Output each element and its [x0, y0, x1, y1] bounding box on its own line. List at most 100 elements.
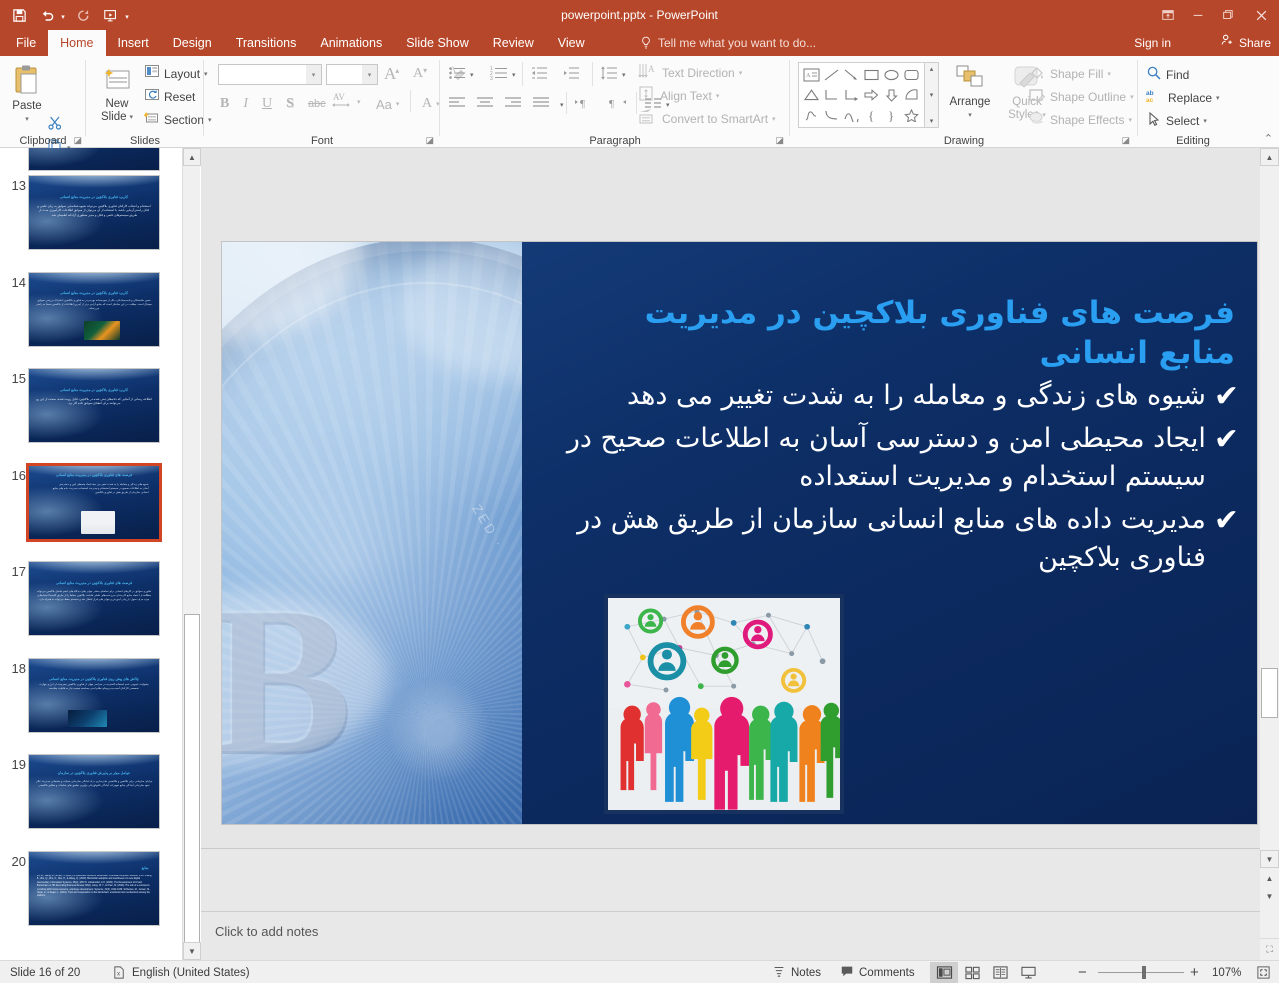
- restore-icon[interactable]: [1213, 0, 1243, 30]
- notes-pane[interactable]: Click to add notes: [201, 848, 1260, 960]
- cut-button[interactable]: [47, 114, 63, 136]
- shape-elbow-connector-icon[interactable]: [821, 85, 841, 105]
- previous-slide-icon[interactable]: ▲: [1260, 870, 1279, 887]
- paste-chevron-down-icon[interactable]: ▾: [25, 113, 29, 126]
- shape-down-arrow-icon[interactable]: [881, 85, 901, 105]
- slide-bullet-list[interactable]: ✔ شیوه های زندگی و معامله را به شدت تغیی…: [539, 377, 1239, 581]
- align-center-icon[interactable]: [476, 96, 494, 115]
- slide-bullet-item[interactable]: ✔ ایجاد محیطی امن و دسترسی آسان به اطلاع…: [539, 420, 1239, 497]
- clipboard-dialog-launcher[interactable]: ◪: [73, 135, 82, 146]
- smartart-chevron-down-icon[interactable]: ▾: [772, 115, 776, 123]
- thumbnail-image[interactable]: فرصت های فناوری بلاکچین در مدیریت منابع …: [26, 462, 162, 542]
- thumbpane-scroll-thumb[interactable]: [184, 614, 200, 944]
- slideshow-icon[interactable]: [98, 2, 124, 28]
- increase-font-size-button[interactable]: A ▴: [384, 63, 399, 85]
- thumbnail-slide-17[interactable]: 17 فرصت های فناوری بلاکچین در مدیریت منا…: [0, 558, 182, 655]
- font-size-chevron-down-icon[interactable]: ▾: [362, 65, 377, 84]
- fit-to-window-button[interactable]: [1252, 961, 1274, 983]
- align-right-icon[interactable]: [504, 96, 522, 115]
- comments-button[interactable]: Comments: [840, 961, 915, 983]
- thumbnail-slide-13[interactable]: 13 کاربرد فناوری بلاکچین در مدیریت منابع…: [0, 172, 182, 269]
- align-left-icon[interactable]: [448, 96, 466, 115]
- shape-elbow-arrow-icon[interactable]: [841, 85, 861, 105]
- line-spacing-button[interactable]: ▾: [600, 64, 626, 86]
- tab-insert[interactable]: Insert: [106, 30, 161, 56]
- slide-show-button[interactable]: [1014, 962, 1042, 983]
- undo-icon[interactable]: [34, 2, 60, 28]
- shape-pie-icon[interactable]: [901, 85, 921, 105]
- slide-sorter-view-button[interactable]: [958, 962, 986, 983]
- redo-icon[interactable]: [70, 2, 96, 28]
- tab-slide-show[interactable]: Slide Show: [394, 30, 481, 56]
- slide-title[interactable]: فرصت های فناوری بلاکچین در مدیریت منابع …: [565, 294, 1235, 373]
- tab-review[interactable]: Review: [481, 30, 546, 56]
- thumbnail-slide-19[interactable]: 19 عوامل موثر بر پذیرش فناوری بلاکچین در…: [0, 751, 182, 848]
- tab-home[interactable]: Home: [48, 30, 106, 56]
- tell-me-search[interactable]: Tell me what you want to do...: [640, 30, 816, 56]
- sign-in-button[interactable]: Sign in: [1134, 30, 1171, 56]
- shape-right-brace-icon[interactable]: }: [881, 105, 901, 125]
- shapes-gallery-scrollbar[interactable]: ▴ ▾ ▾: [925, 62, 939, 128]
- thumbnail-image[interactable]: فرصت های فناوری بلاکچین در مدیریت منابع …: [28, 561, 160, 636]
- thumbnail-image[interactable]: منابع Ko, M., Wang, R., & Lee, H. (2021)…: [28, 850, 160, 926]
- thumbnail-slide-16[interactable]: 16 فرصت های فناوری بلاکچین در مدیریت منا…: [0, 462, 182, 559]
- drawing-dialog-launcher[interactable]: ◪: [1121, 135, 1130, 146]
- shape-outline-button[interactable]: Shape Outline ▾: [1028, 86, 1134, 108]
- font-size-input[interactable]: ▾: [326, 64, 378, 85]
- tab-design[interactable]: Design: [161, 30, 224, 56]
- font-name-chevron-down-icon[interactable]: ▾: [306, 65, 321, 84]
- find-button[interactable]: Find: [1146, 64, 1189, 86]
- tab-view[interactable]: View: [546, 30, 597, 56]
- shape-effects-chevron-down-icon[interactable]: ▾: [1129, 116, 1133, 124]
- thumbnail-image[interactable]: چالش های پیش روی فناوری بلاکچین در مدیری…: [28, 657, 160, 733]
- shape-effects-button[interactable]: Shape Effects ▾: [1028, 109, 1132, 131]
- save-icon[interactable]: [6, 2, 32, 28]
- justify-icon[interactable]: [532, 96, 550, 115]
- align-text-chevron-down-icon[interactable]: ▾: [716, 92, 720, 100]
- zoom-in-button[interactable]: +: [1190, 961, 1199, 983]
- shape-star-icon[interactable]: [901, 105, 921, 125]
- notes-placeholder[interactable]: Click to add notes: [215, 924, 318, 939]
- strikethrough-button[interactable]: abc: [308, 98, 326, 110]
- font-dialog-launcher[interactable]: ◪: [425, 135, 434, 146]
- zoom-out-button[interactable]: −: [1078, 961, 1087, 983]
- shapes-more-icon[interactable]: ▾: [930, 117, 934, 125]
- zoom-slider-handle[interactable]: [1142, 966, 1146, 979]
- shape-curve-icon[interactable]: [821, 105, 841, 125]
- character-spacing-chevron-down-icon[interactable]: ▾: [357, 98, 361, 106]
- paste-button[interactable]: Paste ▾: [4, 64, 50, 126]
- rtl-direction-button[interactable]: ¶: [608, 94, 628, 116]
- zoom-level-label[interactable]: 107%: [1212, 961, 1241, 983]
- thumbnail-image[interactable]: کاربرد فناوری بلاکچین در مدیریت منابع ان…: [28, 271, 160, 347]
- align-chevron-down-icon[interactable]: ▾: [560, 101, 564, 109]
- increase-indent-button[interactable]: [562, 64, 580, 86]
- text-shadow-button[interactable]: S: [286, 96, 294, 112]
- normal-view-button[interactable]: [930, 962, 958, 983]
- thumbnail-slide-18[interactable]: 18 چالش های پیش روی فناوری بلاکچین در مد…: [0, 655, 182, 752]
- font-color-button[interactable]: A ▾: [422, 93, 440, 115]
- thumbnail-pane-scrollbar[interactable]: ▲ ▼: [182, 148, 201, 960]
- italic-button[interactable]: I: [243, 96, 248, 112]
- thumbpane-scroll-up-icon[interactable]: ▲: [183, 148, 201, 166]
- new-slide-chevron-down-icon[interactable]: ▾: [130, 111, 134, 124]
- bullets-chevron-down-icon[interactable]: ▾: [470, 71, 474, 79]
- shape-triangle-icon[interactable]: [801, 85, 821, 105]
- numbering-button[interactable]: 123 ▾: [490, 64, 516, 86]
- thumbnail-partial[interactable]: [0, 148, 182, 172]
- language-indicator[interactable]: English (United States): [132, 961, 250, 983]
- shape-arrow-icon[interactable]: [841, 65, 861, 85]
- shape-line-icon[interactable]: [821, 65, 841, 85]
- thumbnail-image[interactable]: عوامل موثر بر پذیرش فناوری بلاکچین در سا…: [28, 754, 160, 829]
- arrange-chevron-down-icon[interactable]: ▾: [968, 109, 972, 122]
- reset-button[interactable]: Reset: [144, 86, 195, 108]
- new-slide-button[interactable]: New Slide ▾: [94, 66, 140, 124]
- text-direction-button[interactable]: A Text Direction ▾: [638, 62, 742, 84]
- thumbnail-slide-14[interactable]: 14 کاربرد فناوری بلاکچین در مدیریت منابع…: [0, 269, 182, 366]
- fit-slide-icon[interactable]: ⛶: [1260, 938, 1279, 960]
- customize-qat-chevron-down-icon[interactable]: ▾: [122, 2, 132, 28]
- shape-outline-chevron-down-icon[interactable]: ▾: [1130, 93, 1134, 101]
- thumbnail-image[interactable]: کاربرد فناوری بلاکچین در مدیریت منابع ان…: [28, 175, 160, 250]
- shape-scribble-icon[interactable]: [801, 105, 821, 125]
- align-text-button[interactable]: Align Text ▾: [638, 85, 719, 107]
- shape-textbox-icon[interactable]: A: [801, 65, 821, 85]
